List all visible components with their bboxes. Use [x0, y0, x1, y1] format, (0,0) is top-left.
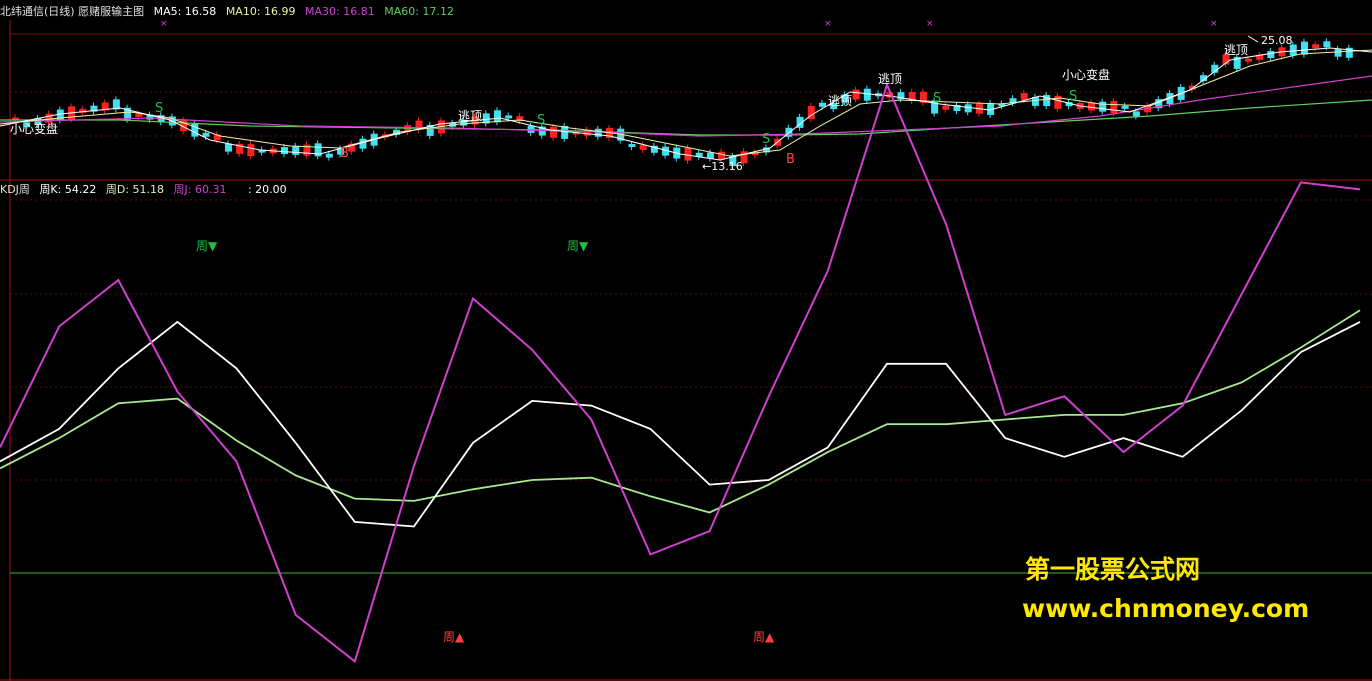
week-buy-signal: 周▲	[443, 630, 465, 644]
candle-body	[1244, 58, 1252, 62]
ma10-line	[0, 49, 1372, 157]
sell-marker: S	[762, 132, 770, 147]
candle-body	[325, 153, 333, 158]
candle-body	[281, 147, 288, 155]
candle-body	[594, 128, 602, 137]
week-buy-signal: 周▲	[753, 630, 775, 644]
sell-marker: S	[155, 101, 163, 116]
candle-body	[706, 152, 714, 159]
candle-body	[1132, 111, 1140, 117]
ma60-label: MA60: 17.12	[384, 5, 454, 18]
k-value-label: 周K: 54.22	[39, 183, 97, 196]
low-price-label: ←13.16	[702, 160, 743, 173]
candle-body	[493, 110, 501, 123]
candle-body	[1312, 44, 1320, 49]
sell-marker: S	[1069, 89, 1077, 104]
escape-top-label: 逃顶	[828, 94, 853, 108]
high-pointer	[1247, 35, 1259, 43]
ma5-label: MA5: 16.58	[153, 5, 217, 18]
buy-marker: B	[340, 146, 349, 161]
candle-body	[628, 144, 636, 148]
week-sell-signal: 周▼	[196, 239, 218, 253]
price-header: 北纬通信(日线) 愿赌服输主图 MA5: 16.58 MA10: 16.99 M…	[0, 5, 460, 18]
buy-marker: B	[786, 152, 795, 167]
watermark-url: www.chnmoney.com	[1022, 594, 1310, 623]
candle-body	[863, 88, 871, 101]
caution-label: 小心变盘	[1062, 68, 1111, 82]
candle-body	[1110, 101, 1118, 114]
candle-body	[1020, 93, 1028, 101]
candle-body	[505, 115, 513, 119]
d-value-label: 周D: 51.18	[105, 183, 165, 196]
kdj-header: KDJ周 周K: 54.22 周D: 51.18 周J: 60.31 : 20.…	[0, 183, 293, 196]
candle-body	[1300, 41, 1308, 55]
escape-top-label: 逃顶	[878, 72, 903, 86]
candle-body	[684, 147, 692, 161]
ma10-label: MA10: 16.99	[225, 5, 296, 18]
escape-top-label: 逃顶	[458, 109, 483, 123]
j-value-label: 周J: 60.31	[173, 183, 227, 196]
escape-top-label: 逃顶	[1224, 43, 1249, 57]
candle-body	[56, 109, 64, 121]
sell-marker: S	[933, 91, 941, 106]
high-price-label: 25.08	[1261, 34, 1293, 47]
candle-body	[135, 113, 143, 117]
ref-value-label: : 20.00	[247, 183, 287, 196]
candle-body	[1267, 51, 1275, 59]
d-line	[0, 309, 1361, 514]
caution-label: 小心变盘	[10, 122, 59, 136]
candle-body	[550, 126, 557, 138]
candle-body	[852, 89, 860, 100]
stock-title: 北纬通信(日线) 愿赌服输主图	[0, 5, 145, 18]
candle-body	[1121, 105, 1129, 109]
tick-x-marker: ×	[824, 19, 832, 29]
candle-body	[202, 132, 210, 137]
candle-body	[314, 143, 322, 157]
ma5-line	[0, 47, 1372, 161]
sell-marker: S	[537, 113, 545, 128]
ma30-line	[0, 75, 1372, 137]
week-sell-signal: 周▼	[567, 239, 589, 253]
candle-body	[247, 144, 255, 157]
candle-body	[1099, 101, 1107, 112]
candle-body	[1323, 41, 1331, 48]
candle-body	[224, 143, 232, 152]
kdj-title: KDJ周	[0, 183, 30, 196]
candle-body	[1334, 48, 1342, 57]
tick-x-marker: ×	[160, 19, 168, 29]
tick-x-marker: ×	[1210, 19, 1218, 29]
ma30-label: MA30: 16.81	[305, 5, 375, 18]
tick-x-marker: ×	[926, 19, 934, 29]
watermark-title: 第一股票公式网	[1025, 555, 1201, 584]
candle-body	[942, 105, 950, 110]
candle-body	[819, 102, 826, 107]
candle-body	[292, 145, 300, 155]
candle-body	[964, 104, 972, 113]
